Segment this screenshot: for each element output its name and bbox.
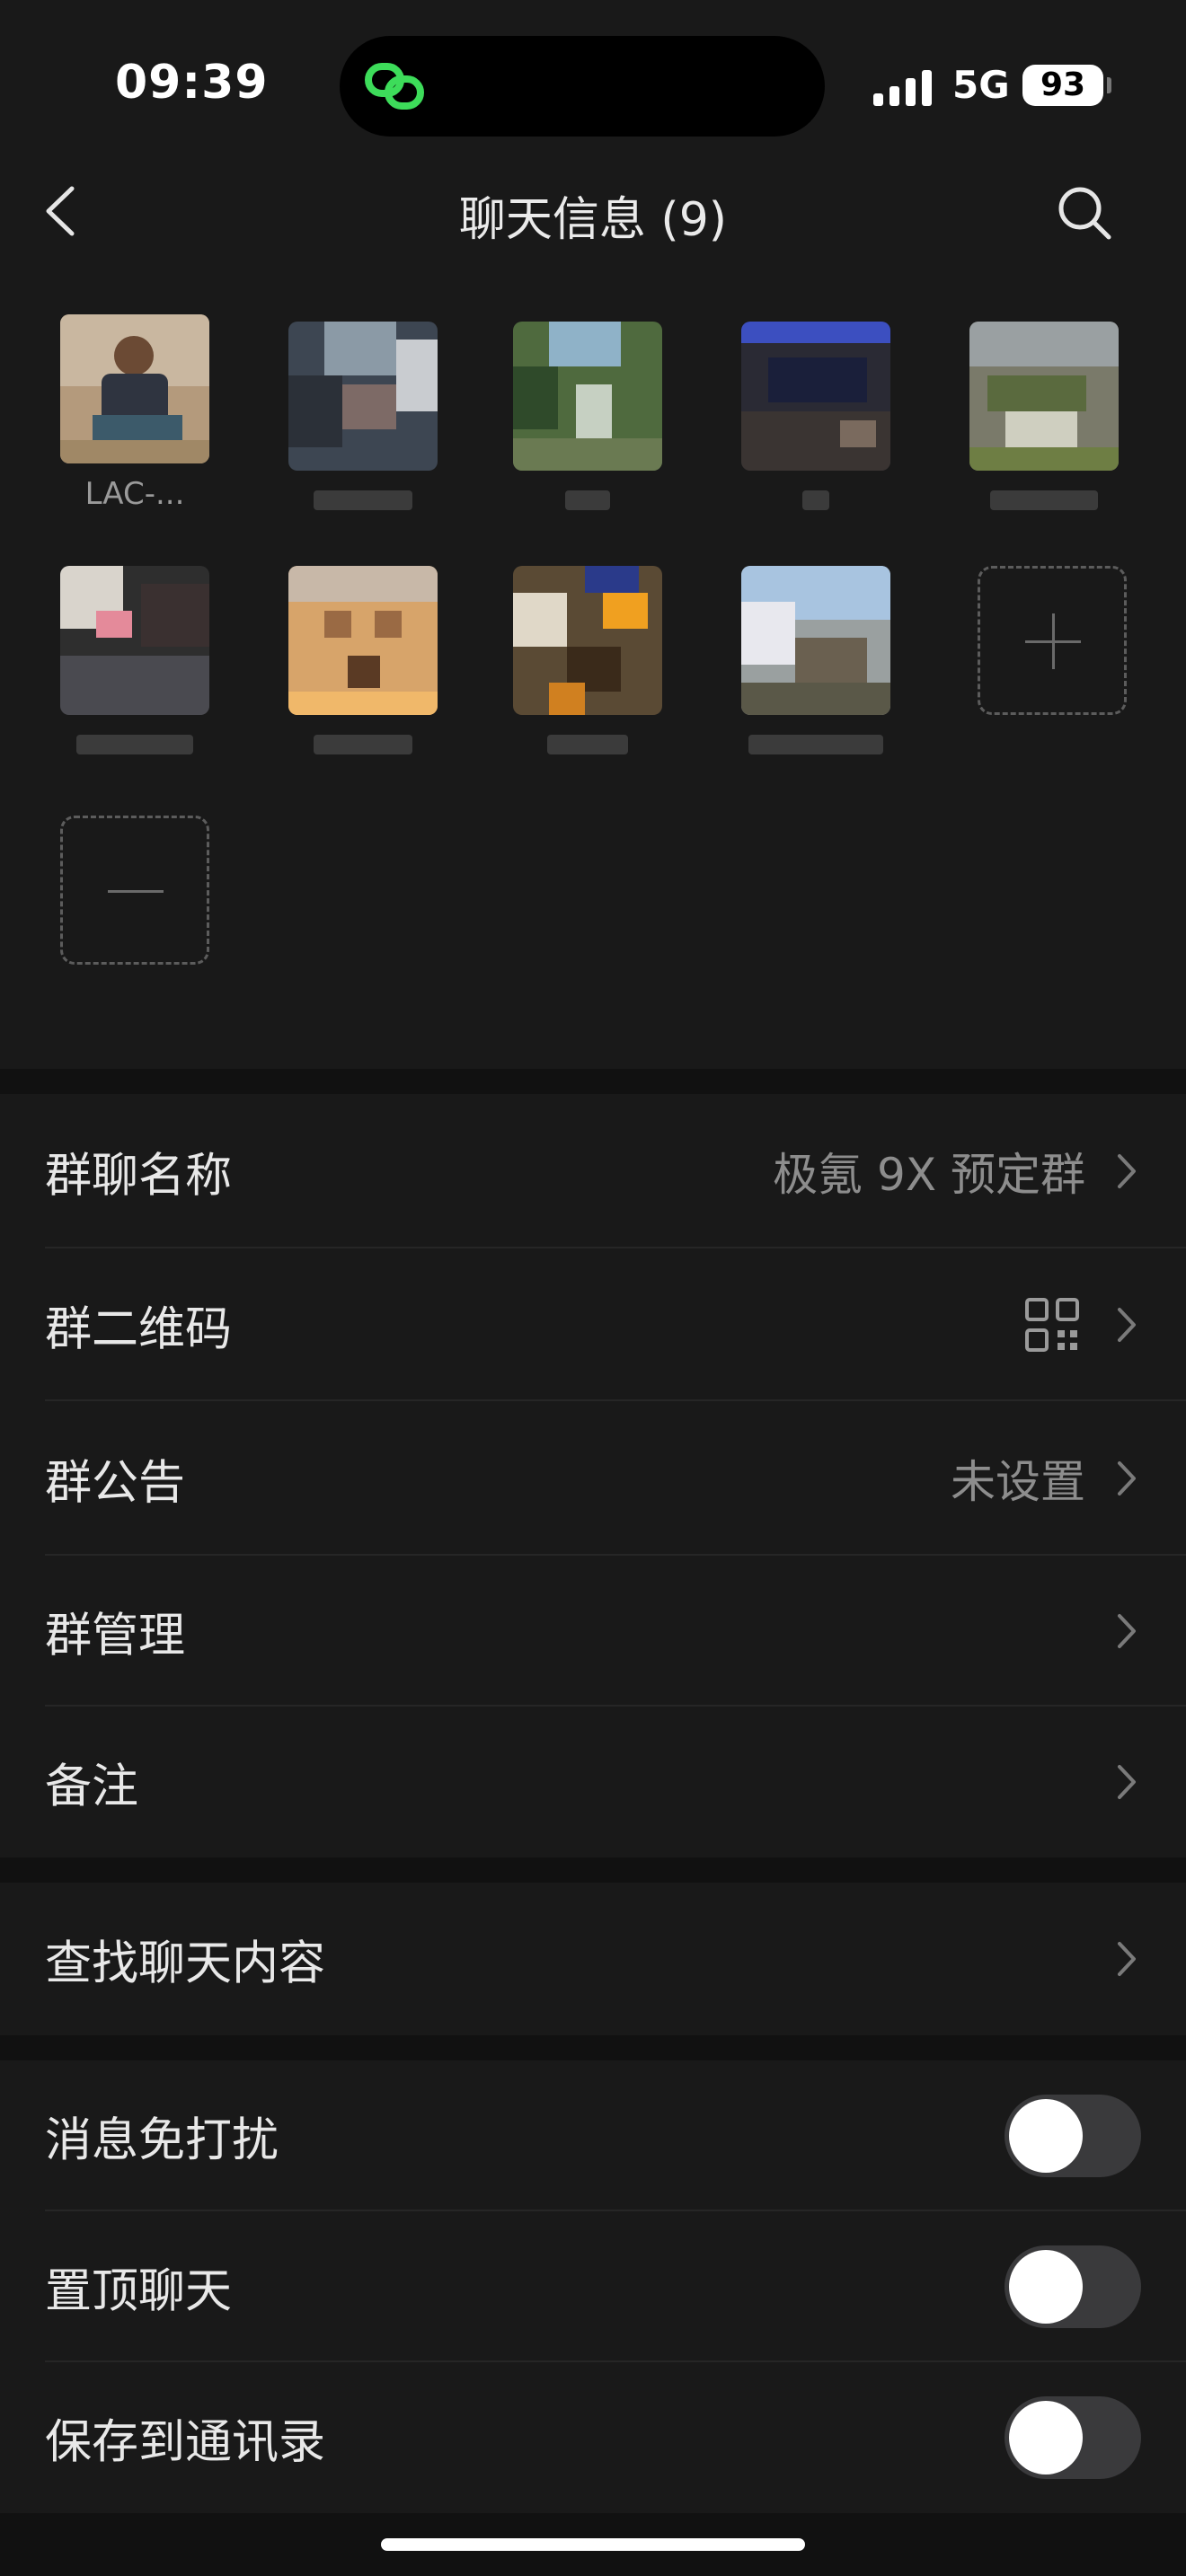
nav-bar: 聊天信息 (9) [0,162,1186,260]
chevron-right-icon [1118,1614,1136,1648]
mute-row: 消息免打扰 [0,2060,1186,2211]
battery-icon: 93 [1022,65,1103,106]
member-name [314,490,412,510]
group-manage-label: 群管理 [45,1609,186,1663]
toggle-knob [1009,2250,1083,2324]
chevron-right-icon [1118,1308,1136,1342]
avatar[interactable] [60,566,209,715]
avatar[interactable] [741,566,890,715]
member-item[interactable] [735,322,897,510]
search-history-label: 查找聊天内容 [45,1936,326,1991]
section-separator [0,2035,1186,2060]
chevron-right-icon [1118,1154,1136,1188]
member-name [802,490,829,510]
status-time: 09:39 [115,56,269,110]
dynamic-island [340,36,825,137]
pin-label: 置顶聊天 [45,2264,233,2319]
member-name [76,735,193,754]
announcement-label: 群公告 [45,1456,186,1511]
group-qr-row[interactable]: 群二维码 [0,1248,1186,1401]
member-item[interactable]: LAC-... [54,314,216,516]
chevron-right-icon [1118,1765,1136,1799]
search-icon[interactable] [1053,181,1116,244]
group-name-value: 极氪 9X 预定群 [773,1149,1085,1201]
pin-row: 置顶聊天 [0,2211,1186,2362]
avatar[interactable] [288,322,438,471]
battery-nub [1107,77,1111,93]
section-separator [0,1857,1186,1883]
member-item[interactable] [282,566,444,754]
save-contacts-label: 保存到通讯录 [45,2415,326,2470]
toggle-knob [1009,2401,1083,2475]
mute-toggle[interactable] [1005,2095,1141,2177]
signal-icon [873,68,934,106]
toggle-knob [1009,2099,1083,2173]
member-name [748,735,883,754]
group-name-label: 群聊名称 [45,1149,233,1204]
remark-label: 备注 [45,1760,139,1814]
page-title: 聊天信息 (9) [458,193,728,247]
save-contacts-row: 保存到通讯录 [0,2362,1186,2513]
chevron-right-icon [1118,1461,1136,1495]
group-qr-label: 群二维码 [45,1302,233,1357]
member-name [565,490,610,510]
member-name [547,735,628,754]
avatar[interactable] [60,314,209,463]
member-item[interactable] [54,566,216,754]
avatar[interactable] [513,322,662,471]
minus-icon [108,890,164,893]
member-name [990,490,1098,510]
member-item[interactable] [963,322,1125,510]
save-contacts-toggle[interactable] [1005,2396,1141,2479]
avatar[interactable] [969,322,1119,471]
status-bar: 09:39 5G 93 [0,0,1186,153]
group-settings-section: 群聊名称 极氪 9X 预定群 群二维码 群公告 未设置 群管理 备注 [0,1094,1186,1857]
search-history-row[interactable]: 查找聊天内容 [0,1883,1186,2035]
plus-icon-vertical [1052,613,1055,669]
avatar[interactable] [513,566,662,715]
chevron-right-icon [1118,1942,1136,1976]
add-member-button[interactable] [978,566,1127,715]
link-icon [365,63,424,110]
group-name-row[interactable]: 群聊名称 极氪 9X 预定群 [0,1094,1186,1248]
avatar[interactable] [741,322,890,471]
group-manage-row[interactable]: 群管理 [0,1556,1186,1707]
member-item[interactable] [282,322,444,510]
pin-toggle[interactable] [1005,2245,1141,2328]
member-item[interactable] [507,322,668,510]
remark-row[interactable]: 备注 [0,1707,1186,1857]
member-name: LAC-... [84,476,185,512]
section-separator [0,1069,1186,1094]
remove-member-button[interactable] [60,816,209,965]
toggles-section: 消息免打扰 置顶聊天 保存到通讯录 [0,2060,1186,2513]
mute-label: 消息免打扰 [45,2113,279,2168]
member-item[interactable] [735,566,897,754]
qr-code-icon [1025,1298,1079,1352]
avatar[interactable] [288,566,438,715]
announcement-row[interactable]: 群公告 未设置 [0,1401,1186,1556]
member-item[interactable] [507,566,668,754]
member-name [314,735,412,754]
home-indicator[interactable] [381,2538,805,2551]
search-section: 查找聊天内容 [0,1883,1186,2035]
network-type: 5G [952,63,1010,107]
announcement-value: 未设置 [951,1456,1085,1508]
